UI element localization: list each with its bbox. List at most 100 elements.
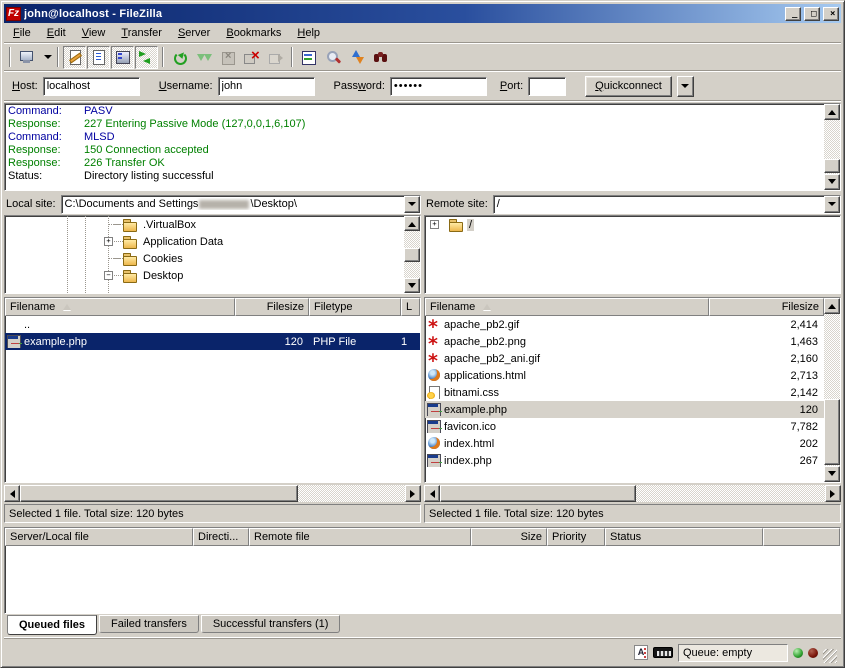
file-row-apache-pb2.png[interactable]: apache_pb2.png1,463: [425, 333, 824, 350]
find-files-button[interactable]: [369, 46, 392, 69]
local-path-combo[interactable]: C:\Documents and Settings\Desktop\: [61, 195, 421, 214]
message-log-scrollbar[interactable]: [824, 104, 840, 190]
filter-button[interactable]: [297, 46, 320, 69]
column-header-filename[interactable]: Filename: [425, 298, 709, 316]
scrollbar-thumb[interactable]: [824, 159, 840, 173]
scroll-left-button[interactable]: [4, 485, 20, 502]
column-header-filename[interactable]: Filename: [5, 298, 235, 316]
scroll-down-button[interactable]: [404, 278, 420, 293]
scrollbar-track[interactable]: [824, 314, 840, 466]
app-icon[interactable]: Fz: [6, 7, 21, 21]
local-path-dropdown[interactable]: [404, 196, 420, 213]
column-header-size[interactable]: Size: [471, 528, 547, 546]
scrollbar-track[interactable]: [824, 120, 840, 174]
expand-icon[interactable]: +: [104, 237, 113, 246]
refresh-button[interactable]: [168, 46, 191, 69]
scroll-right-button[interactable]: [405, 485, 421, 502]
close-button[interactable]: ×: [823, 7, 839, 21]
file-row-index.php[interactable]: index.php267: [425, 452, 824, 469]
process-queue-button[interactable]: [192, 46, 215, 69]
column-header-filetype[interactable]: Filetype: [309, 298, 401, 316]
remote-path-dropdown[interactable]: [824, 196, 840, 213]
scroll-left-button[interactable]: [424, 485, 440, 502]
scroll-down-button[interactable]: [824, 466, 840, 482]
tree-item-root[interactable]: +/: [425, 216, 840, 233]
column-header-status[interactable]: Status: [605, 528, 763, 546]
toggle-queue-button[interactable]: [135, 46, 158, 69]
file-row-example.php[interactable]: example.php120: [425, 401, 824, 418]
transfer-type-icon[interactable]: A: [634, 645, 648, 660]
port-input[interactable]: [528, 77, 566, 96]
speed-limits-icon[interactable]: [653, 647, 673, 658]
remote-list-hscrollbar[interactable]: [424, 485, 841, 502]
scroll-right-button[interactable]: [825, 485, 841, 502]
file-row-applications.html[interactable]: applications.html2,713: [425, 367, 824, 384]
scrollbar-track[interactable]: [440, 485, 825, 502]
minimize-button[interactable]: _: [785, 7, 801, 21]
menu-view[interactable]: View: [74, 25, 114, 41]
menu-server[interactable]: Server: [170, 25, 218, 41]
file-row-bitnami.css[interactable]: bitnami.css2,142: [425, 384, 824, 401]
toggle-local-tree-button[interactable]: [87, 46, 110, 69]
scrollbar-track[interactable]: [20, 485, 405, 502]
file-size-cell: 1,463: [709, 336, 824, 348]
tab-successful-transfers-1-[interactable]: Successful transfers (1): [201, 615, 341, 633]
disconnect-button[interactable]: [240, 46, 263, 69]
column-header-server-local-file[interactable]: Server/Local file: [5, 528, 193, 546]
synchronized-browsing-button[interactable]: [345, 46, 368, 69]
username-input[interactable]: [218, 77, 315, 96]
file-row-apache-pb2.gif[interactable]: apache_pb2.gif2,414: [425, 316, 824, 333]
site-manager-dropdown[interactable]: [39, 46, 53, 69]
directory-comparison-button[interactable]: [321, 46, 344, 69]
file-row-apache-pb2-ani.gif[interactable]: apache_pb2_ani.gif2,160: [425, 350, 824, 367]
password-input[interactable]: [390, 77, 487, 96]
resize-grip-icon[interactable]: [823, 649, 837, 663]
menu-bookmarks[interactable]: Bookmarks: [218, 25, 289, 41]
remote-path-combo[interactable]: /: [493, 195, 841, 214]
file-row-index.html[interactable]: index.html202: [425, 435, 824, 452]
column-header-priority[interactable]: Priority: [547, 528, 605, 546]
scroll-up-button[interactable]: [824, 104, 840, 120]
tab-queued-files[interactable]: Queued files: [7, 615, 97, 635]
scroll-up-button[interactable]: [404, 216, 420, 231]
tree-item--virtualbox[interactable]: .VirtualBox: [5, 216, 404, 233]
scroll-up-button[interactable]: [824, 298, 840, 314]
reconnect-button[interactable]: [264, 46, 287, 69]
scroll-down-button[interactable]: [824, 174, 840, 190]
column-header-direction[interactable]: Directi...: [193, 528, 249, 546]
file-row-favicon.ico[interactable]: favicon.ico7,782: [425, 418, 824, 435]
column-header-lastmodified[interactable]: L: [401, 298, 420, 316]
remote-list-scrollbar[interactable]: [824, 298, 840, 482]
quickconnect-dropdown[interactable]: [677, 76, 694, 97]
arrow-left-icon: [6, 490, 15, 498]
file-row-example.php[interactable]: example.php120PHP File1: [5, 333, 420, 350]
tree-item-cookies[interactable]: Cookies: [5, 250, 404, 267]
menu-transfer[interactable]: Transfer: [113, 25, 170, 41]
expand-icon[interactable]: +: [430, 220, 439, 229]
quickconnect-button[interactable]: Quickconnect: [585, 76, 672, 97]
local-tree-scrollbar[interactable]: [404, 216, 420, 293]
tree-item-desktop[interactable]: −Desktop: [5, 267, 404, 284]
scrollbar-thumb[interactable]: [404, 248, 420, 262]
cancel-operation-button[interactable]: [216, 46, 239, 69]
local-list-hscrollbar[interactable]: [4, 485, 421, 502]
host-input[interactable]: [43, 77, 140, 96]
scrollbar-thumb[interactable]: [824, 399, 840, 465]
column-header-filesize[interactable]: Filesize: [235, 298, 309, 316]
collapse-icon[interactable]: −: [104, 271, 113, 280]
toggle-remote-tree-button[interactable]: [111, 46, 134, 69]
file-row-..[interactable]: ..: [5, 316, 420, 333]
scrollbar-track[interactable]: [404, 231, 420, 278]
column-header-remote-file[interactable]: Remote file: [249, 528, 471, 546]
tab-failed-transfers[interactable]: Failed transfers: [99, 615, 199, 633]
menu-edit[interactable]: Edit: [39, 25, 74, 41]
scrollbar-thumb[interactable]: [20, 485, 298, 502]
site-manager-button[interactable]: [15, 46, 38, 69]
scrollbar-thumb[interactable]: [440, 485, 636, 502]
column-header-filesize[interactable]: Filesize: [709, 298, 824, 316]
menu-help[interactable]: Help: [289, 25, 328, 41]
toggle-message-log-button[interactable]: [63, 46, 86, 69]
maximize-button[interactable]: □: [804, 7, 820, 21]
tree-item-application-data[interactable]: +Application Data: [5, 233, 404, 250]
menu-file[interactable]: File: [5, 25, 39, 41]
